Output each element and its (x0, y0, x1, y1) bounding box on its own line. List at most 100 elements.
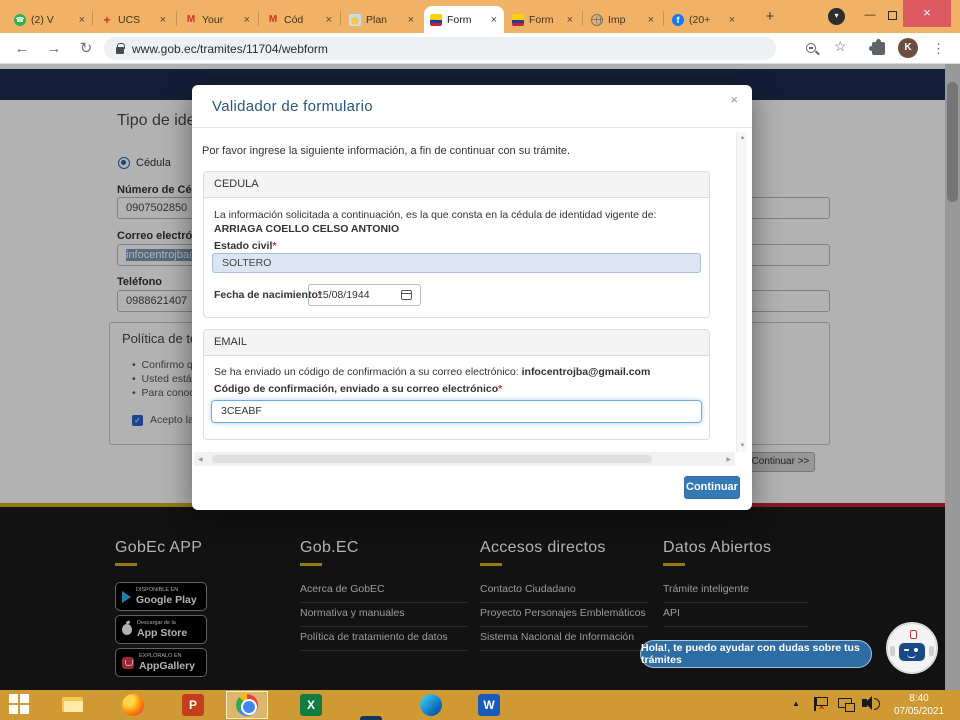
tab-close-icon[interactable]: × (728, 14, 736, 26)
bookmark-star-icon[interactable]: ☆ (834, 38, 847, 55)
edge-icon[interactable] (420, 694, 442, 716)
tab-form-2[interactable]: Form × (506, 6, 580, 33)
url-text: www.gob.ec/tramites/11704/webform (132, 42, 328, 56)
webpage: Tipo de ident Cédula Número de Cédula 09… (0, 64, 960, 690)
excel-icon[interactable]: X (300, 694, 322, 716)
tab-label: (2) V (31, 14, 73, 26)
cedula-fieldset-header: CEDULA (204, 172, 709, 198)
estado-civil-label: Estado civil* (214, 240, 276, 252)
scroll-right-icon[interactable]: ▶ (726, 456, 731, 463)
file-explorer-icon[interactable] (62, 694, 84, 716)
facebook-icon: f (672, 14, 684, 26)
modal-horizontal-scrollbar[interactable]: ◀ ▶ (194, 452, 735, 466)
volume-icon[interactable] (862, 699, 867, 707)
media-controls-button[interactable]: ▾ (828, 8, 845, 25)
tab-close-icon[interactable]: × (159, 14, 167, 26)
modal-header: Validador de formulario × (192, 85, 752, 128)
tab-close-icon[interactable]: × (325, 14, 333, 26)
gmail-icon: M (185, 14, 197, 26)
tab-label: (20+ (689, 14, 723, 26)
ecuador-flag-icon (430, 14, 442, 26)
extensions-puzzle-icon[interactable] (872, 42, 885, 55)
robot-smile (907, 654, 916, 658)
address-bar[interactable]: www.gob.ec/tramites/11704/webform (104, 37, 776, 60)
gmail-icon: M (267, 14, 279, 26)
clock-date: 07/05/2021 (884, 705, 954, 718)
tab-gmail-2[interactable]: M Cód × (261, 6, 339, 33)
globe-icon (591, 14, 603, 26)
browser-toolbar: ← → ↻ www.gob.ec/tramites/11704/webform … (0, 33, 960, 64)
tab-close-icon[interactable]: × (647, 14, 655, 26)
scanner-app-icon[interactable] (360, 716, 382, 720)
tab-facebook[interactable]: f (20+ × (666, 6, 742, 33)
fecha-nacimiento-label: Fecha de nacimiento* (214, 289, 322, 301)
window-maximize-button[interactable] (888, 11, 897, 20)
date-value: 15/08/1944 (317, 285, 370, 305)
email-fieldset: EMAIL Se ha enviado un código de confirm… (203, 329, 710, 440)
back-icon[interactable]: ← (10, 37, 34, 61)
tab-separator (176, 11, 177, 26)
forward-icon[interactable]: → (42, 37, 66, 61)
modal-intro-text: Por favor ingrese la siguiente informaci… (202, 145, 570, 157)
scroll-down-icon[interactable]: ▼ (737, 443, 748, 449)
desktop: ☎ (2) V × + UCS × M Your × M Cód × Plan … (0, 0, 960, 720)
browser-tabstrip: ☎ (2) V × + UCS × M Your × M Cód × Plan … (0, 0, 960, 33)
reload-icon[interactable]: ↻ (74, 37, 98, 61)
tab-separator (92, 11, 93, 26)
confirmation-code-label: Código de confirmación, enviado a su cor… (214, 383, 502, 395)
zoom-out-icon[interactable] (806, 43, 816, 53)
scrollbar-thumb[interactable] (212, 455, 652, 463)
window-minimize-button[interactable]: — (855, 4, 885, 28)
tab-gmail-1[interactable]: M Your × (179, 6, 257, 33)
tab-ucsg[interactable]: + UCS × (95, 6, 173, 33)
tab-form-active[interactable]: Form × (424, 6, 504, 33)
chatbot-avatar[interactable] (886, 622, 938, 674)
tray-expand-icon[interactable]: ▲ (792, 699, 800, 708)
start-button-icon[interactable] (9, 694, 31, 716)
robot-face (899, 643, 925, 661)
tab-close-icon[interactable]: × (566, 14, 574, 26)
word-icon[interactable]: W (478, 694, 500, 716)
confirmation-code-input[interactable]: 3CEABF (211, 400, 702, 423)
tab-close-icon[interactable]: × (78, 14, 86, 26)
robot-ear (929, 646, 934, 656)
chatbot-message-bubble[interactable]: Hola!, te puedo ayudar con dudas sobre t… (640, 640, 872, 668)
tab-close-icon[interactable]: × (243, 14, 251, 26)
scroll-up-icon[interactable]: ▲ (737, 135, 748, 141)
modal-vertical-scrollbar[interactable]: ▲ ▼ (736, 132, 747, 452)
firefox-icon[interactable] (122, 694, 144, 716)
window-close-button[interactable]: × (903, 0, 951, 27)
tab-separator (663, 11, 664, 26)
powerpoint-icon[interactable]: P (182, 694, 204, 716)
taskbar-clock[interactable]: 8:40 07/05/2021 (884, 692, 954, 718)
action-center-flag-icon[interactable]: × (814, 697, 826, 711)
estado-civil-input[interactable]: SOLTERO (212, 253, 701, 273)
planner-icon (349, 14, 361, 26)
chrome-icon[interactable] (236, 694, 258, 716)
new-tab-button[interactable]: + (758, 5, 782, 29)
whatsapp-icon: ☎ (14, 14, 26, 26)
tab-imp[interactable]: Imp × (585, 6, 661, 33)
network-icon[interactable] (838, 698, 852, 708)
tab-label: Form (447, 14, 485, 26)
scroll-left-icon[interactable]: ◀ (198, 456, 203, 463)
calendar-icon[interactable] (401, 290, 412, 300)
tab-separator (340, 11, 341, 26)
lock-icon[interactable] (116, 47, 124, 54)
robot-ear (890, 646, 895, 656)
tab-planner[interactable]: Plan × (343, 6, 421, 33)
required-asterisk: * (272, 240, 276, 252)
tab-close-icon[interactable]: × (490, 14, 498, 26)
modal-close-icon[interactable]: × (730, 92, 738, 107)
notification-x: × (819, 702, 824, 712)
tab-close-icon[interactable]: × (407, 14, 415, 26)
browser-menu-icon[interactable]: ⋮ (932, 38, 945, 59)
tab-whatsapp[interactable]: ☎ (2) V × (8, 6, 92, 33)
tab-label: UCS (118, 14, 154, 26)
citizen-name: ARRIAGA COELLO CELSO ANTONIO (214, 223, 399, 235)
profile-avatar[interactable]: K (898, 38, 918, 58)
modal-continue-button[interactable]: Continuar (684, 476, 740, 499)
modal-title: Validador de formulario (212, 98, 373, 115)
fecha-nacimiento-input[interactable]: 15/08/1944 (308, 284, 421, 306)
cross-icon: + (101, 14, 113, 26)
